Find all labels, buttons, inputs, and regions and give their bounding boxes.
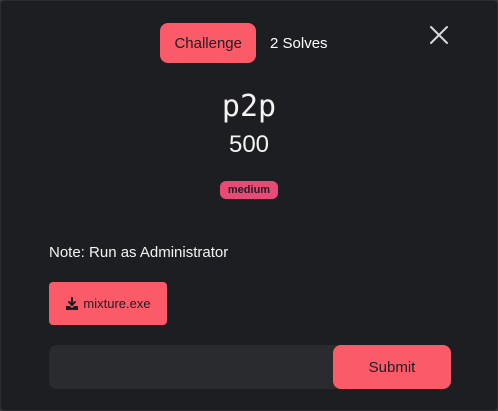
challenge-value: 500 — [228, 131, 270, 158]
file-download-button[interactable]: mixture.exe — [49, 282, 167, 325]
flag-input[interactable] — [49, 345, 341, 389]
challenge-modal: Challenge 2 Solves p2p 500 medium Note: … — [0, 0, 498, 411]
submit-button[interactable]: Submit — [333, 345, 451, 389]
close-button[interactable] — [427, 23, 451, 47]
tab-solves-label: 2 Solves — [270, 34, 328, 52]
challenge-description: Note: Run as Administrator — [49, 244, 229, 261]
submit-label: Submit — [368, 358, 416, 376]
flag-form: Submit — [49, 345, 451, 390]
tag-container: medium — [1, 181, 497, 199]
difficulty-badge: medium — [219, 181, 279, 199]
close-icon — [430, 26, 448, 44]
tab-challenge-label: Challenge — [174, 34, 242, 52]
download-icon — [66, 296, 79, 310]
file-name: mixture.exe — [83, 296, 151, 311]
tab-challenge[interactable]: Challenge — [160, 23, 256, 63]
modal-tabs: Challenge 2 Solves — [1, 23, 497, 63]
tab-solves[interactable]: 2 Solves — [264, 23, 338, 63]
challenge-name: p2p — [221, 89, 277, 124]
